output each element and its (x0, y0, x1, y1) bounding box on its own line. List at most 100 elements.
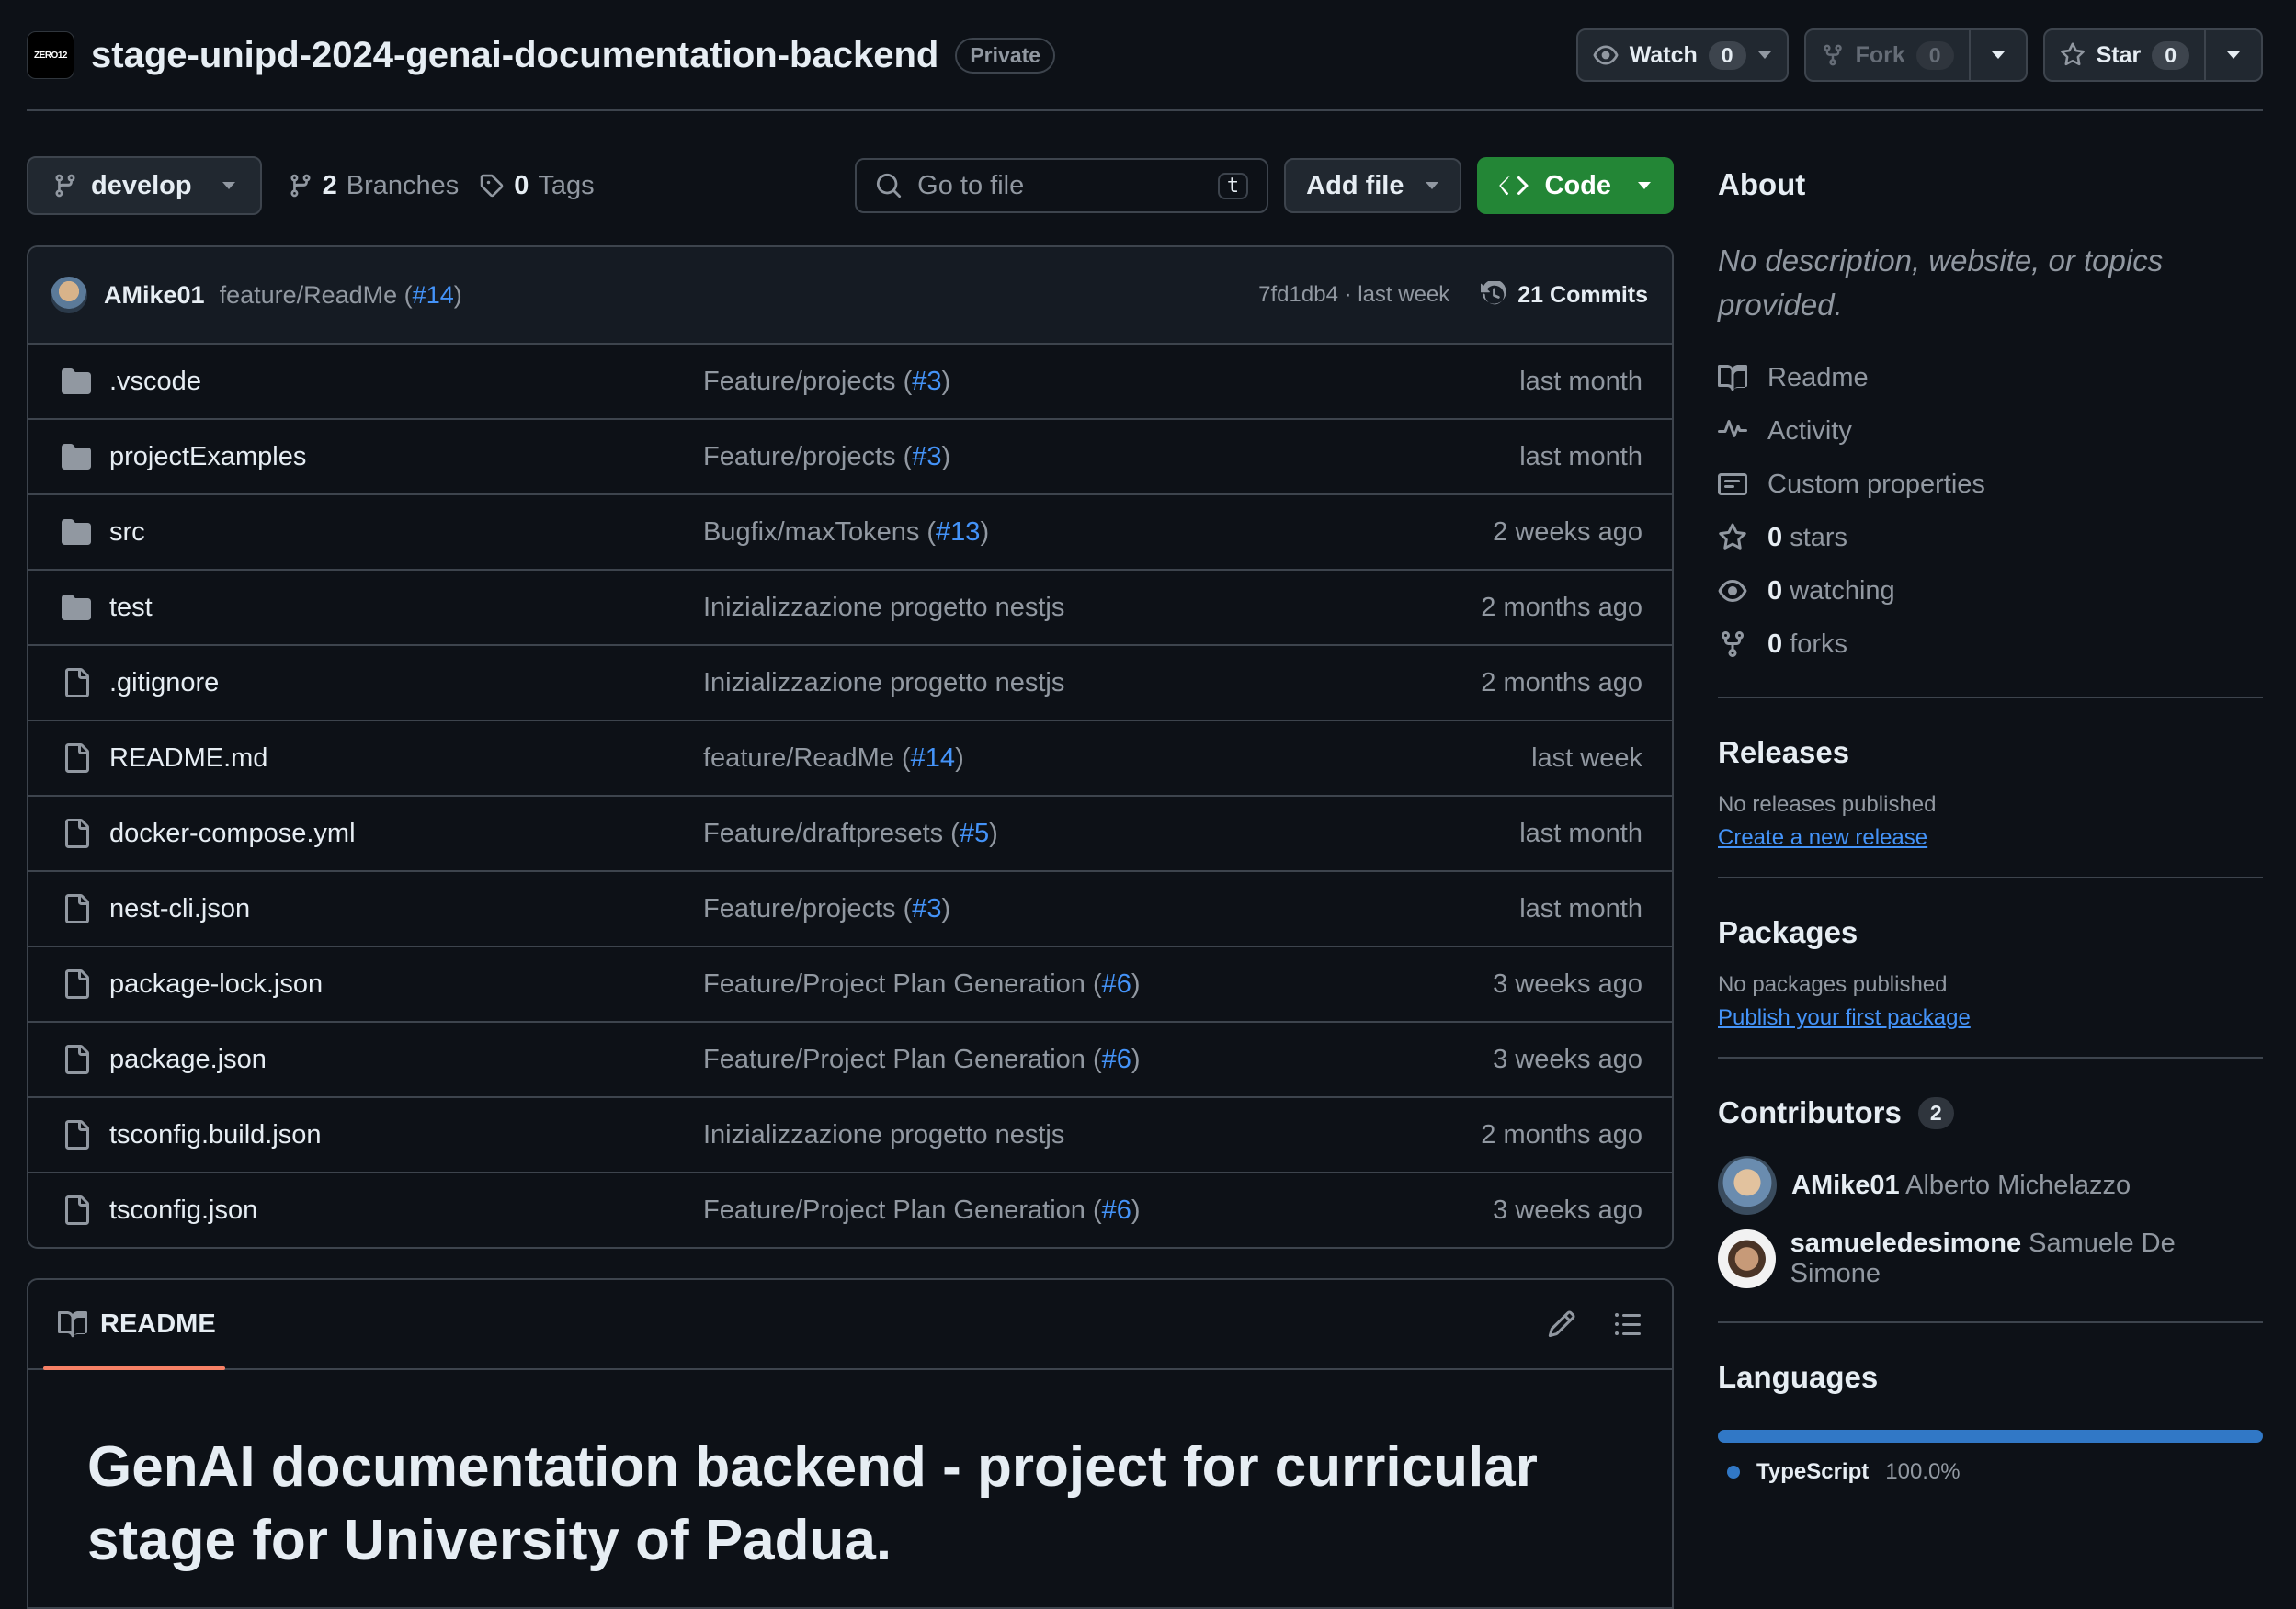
repo-forked-icon (1718, 629, 1747, 659)
fork-dropdown-button[interactable] (1968, 30, 2026, 80)
file-commit-pr-link[interactable]: #6 (1102, 969, 1131, 999)
tags-link[interactable]: 0 Tags (479, 171, 595, 201)
triangle-down-icon[interactable] (1757, 51, 1772, 60)
file-row[interactable]: package.json Feature/Project Plan Generat… (28, 1023, 1672, 1098)
file-commit-message[interactable]: Feature/projects (#3) (703, 442, 1519, 472)
star-count: 0 (2152, 40, 2189, 70)
file-row[interactable]: src Bugfix/maxTokens (#13) 2 weeks ago (28, 495, 1672, 571)
avatar[interactable] (1718, 1156, 1777, 1215)
file-commit-message[interactable]: Feature/Project Plan Generation (#6) (703, 969, 1493, 1000)
folder-icon (58, 442, 95, 471)
commit-message[interactable]: feature/ReadMe (#14) (220, 281, 462, 310)
file-name-link[interactable]: README.md (109, 743, 703, 774)
contributor-item[interactable]: samueledesimone Samuele De Simone (1718, 1222, 2263, 1296)
file-commit-message[interactable]: Inizializzazione progetto nestjs (703, 668, 1481, 698)
file-commit-message[interactable]: Bugfix/maxTokens (#13) (703, 517, 1493, 548)
file-commit-pr-link[interactable]: #6 (1102, 1045, 1131, 1074)
file-row[interactable]: projectExamples Feature/projects (#3) last… (28, 420, 1672, 495)
file-name-link[interactable]: test (109, 593, 703, 623)
file-name-link[interactable]: .vscode (109, 367, 703, 397)
file-name-link[interactable]: projectExamples (109, 442, 703, 472)
contributor-login[interactable]: samueledesimone (1790, 1229, 2021, 1258)
file-commit-message[interactable]: Feature/draftpresets (#5) (703, 819, 1519, 849)
forks-link[interactable]: 0 forks (1718, 618, 2263, 671)
publish-package-link[interactable]: Publish your first package (1718, 1005, 2263, 1031)
active-tab-underline (43, 1366, 225, 1370)
file-name-link[interactable]: tsconfig.build.json (109, 1120, 703, 1150)
file-name-link[interactable]: package.json (109, 1045, 703, 1075)
readme-link-label: Readme (1767, 362, 1869, 392)
file-commit-time: 3 weeks ago (1493, 1195, 1642, 1225)
contributor-login[interactable]: AMike01 (1791, 1171, 1900, 1200)
file-commit-pr-link[interactable]: #3 (912, 367, 941, 396)
watch-button[interactable]: Watch 0 (1578, 30, 1787, 80)
releases-heading[interactable]: Releases (1718, 735, 2263, 770)
repo-header: ZERO12 stage-unipd-2024-genai-documentat… (27, 28, 2263, 83)
file-commit-pr-link[interactable]: #6 (1102, 1195, 1131, 1225)
star-dropdown-button[interactable] (2204, 30, 2261, 80)
commit-hash-time[interactable]: 7fd1db4 · last week (1258, 282, 1449, 308)
file-commit-message[interactable]: Feature/projects (#3) (703, 367, 1519, 397)
file-commit-message[interactable]: feature/ReadMe (#14) (703, 743, 1531, 774)
file-row[interactable]: nest-cli.json Feature/projects (#3) last m… (28, 872, 1672, 947)
file-row[interactable]: package-lock.json Feature/Project Plan Ge… (28, 947, 1672, 1023)
avatar[interactable] (1718, 1229, 1776, 1288)
file-name-link[interactable]: tsconfig.json (109, 1195, 703, 1226)
author-avatar[interactable] (51, 277, 87, 313)
packages-heading[interactable]: Packages (1718, 915, 2263, 950)
code-button[interactable]: Code (1476, 157, 1674, 214)
language-item[interactable]: TypeScript 100.0% (1718, 1459, 2263, 1485)
branches-link[interactable]: 2 Branches (288, 171, 459, 201)
file-row[interactable]: docker-compose.yml Feature/draftpresets (… (28, 797, 1672, 872)
history-icon (1481, 281, 1508, 309)
fork-button[interactable]: Fork 0 (1806, 30, 1969, 80)
commits-history-link[interactable]: 21 Commits (1481, 281, 1648, 309)
owner-avatar[interactable]: ZERO12 (27, 31, 74, 79)
file-icon (58, 1045, 95, 1074)
add-file-button[interactable]: Add file (1284, 158, 1461, 213)
file-commit-message[interactable]: Inizializzazione progetto nestjs (703, 593, 1481, 623)
contributors-heading[interactable]: Contributors (1718, 1095, 1902, 1130)
go-to-file-input[interactable]: Go to file t (855, 158, 1269, 213)
contributor-item[interactable]: AMike01 Alberto Michelazzo (1718, 1149, 2263, 1222)
file-commit-pr-link[interactable]: #13 (936, 517, 980, 547)
readme-tab[interactable]: README (58, 1309, 216, 1340)
pencil-icon[interactable] (1547, 1309, 1576, 1339)
file-commit-time: 2 months ago (1481, 1119, 1642, 1150)
activity-link[interactable]: Activity (1718, 404, 2263, 458)
file-commit-pr-link[interactable]: #14 (911, 743, 955, 773)
file-commit-message[interactable]: Inizializzazione progetto nestjs (703, 1120, 1481, 1150)
file-commit-message[interactable]: Feature/Project Plan Generation (#6) (703, 1045, 1493, 1075)
repo-name-link[interactable]: stage-unipd-2024-genai-documentation-bac… (91, 35, 938, 76)
star-button[interactable]: Star 0 (2045, 30, 2204, 80)
custom-properties-link[interactable]: Custom properties (1718, 458, 2263, 511)
branch-select-button[interactable]: develop (27, 156, 262, 215)
file-commit-pr-link[interactable]: #3 (912, 894, 941, 923)
file-row[interactable]: tsconfig.json Feature/Project Plan Genera… (28, 1173, 1672, 1247)
file-name-link[interactable]: .gitignore (109, 668, 703, 698)
watching-label: watching (1790, 575, 1895, 606)
list-unordered-icon[interactable] (1613, 1309, 1642, 1339)
commit-author-link[interactable]: AMike01 (104, 281, 205, 310)
file-row[interactable]: test Inizializzazione progetto nestjs 2 mo… (28, 571, 1672, 646)
file-name-link[interactable]: package-lock.json (109, 969, 703, 1000)
watchers-link[interactable]: 0 watching (1718, 564, 2263, 618)
readme-heading: GenAI documentation backend - project fo… (87, 1435, 1538, 1572)
commit-pr-link[interactable]: #14 (413, 281, 454, 309)
file-row[interactable]: .vscode Feature/projects (#3) last month (28, 345, 1672, 420)
readme-link[interactable]: Readme (1718, 351, 2263, 404)
file-commit-message[interactable]: Feature/projects (#3) (703, 894, 1519, 924)
file-commit-message[interactable]: Feature/Project Plan Generation (#6) (703, 1195, 1493, 1226)
file-row[interactable]: .gitignore Inizializzazione progetto nest… (28, 646, 1672, 721)
file-name-link[interactable]: docker-compose.yml (109, 819, 703, 849)
stars-link[interactable]: 0 stars (1718, 511, 2263, 564)
file-commit-pr-link[interactable]: #3 (912, 442, 941, 471)
create-release-link[interactable]: Create a new release (1718, 825, 2263, 851)
file-name-link[interactable]: src (109, 517, 703, 548)
file-commit-pr-link[interactable]: #5 (960, 819, 989, 848)
file-commit-text-end: ) (980, 516, 990, 547)
fork-button-group: Fork 0 (1803, 28, 2028, 82)
file-row[interactable]: tsconfig.build.json Inizializzazione prog… (28, 1098, 1672, 1173)
file-name-link[interactable]: nest-cli.json (109, 894, 703, 924)
file-row[interactable]: README.md feature/ReadMe (#14) last week (28, 721, 1672, 797)
